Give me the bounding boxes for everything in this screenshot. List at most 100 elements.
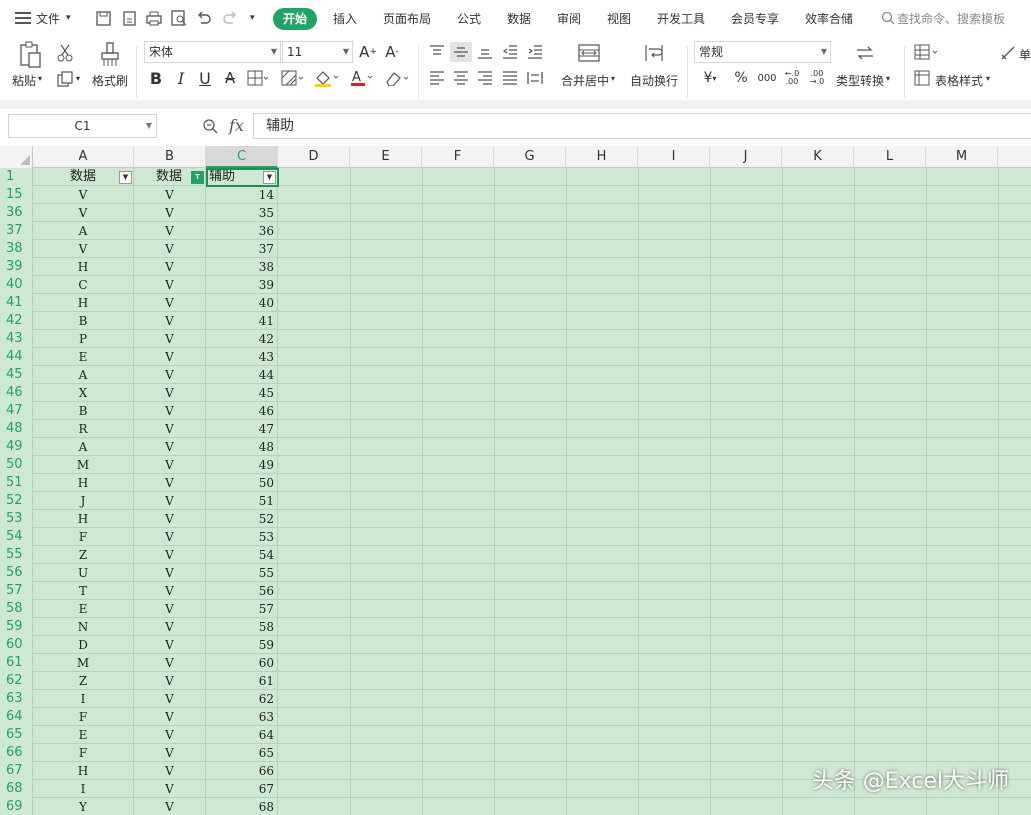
cell-c[interactable]: 65 [206,744,278,762]
cell-c[interactable]: 38 [206,258,278,276]
cell-b[interactable]: V [134,204,206,222]
cell-a[interactable]: N [33,618,134,636]
cell-a[interactable]: Y [33,798,134,815]
cell-a[interactable]: V [33,240,134,258]
cell-b[interactable]: V [134,744,206,762]
cell-c[interactable]: 41 [206,312,278,330]
cell-c[interactable]: 60 [206,654,278,672]
zoom-icon[interactable] [201,117,219,135]
row-number[interactable]: 39 [0,258,33,276]
cell-a[interactable]: T [33,582,134,600]
cell-b[interactable]: V [134,600,206,618]
number-format-select[interactable]: 常规 ▼ [694,41,831,63]
hamburger-icon[interactable] [14,9,32,27]
row-number[interactable]: 64 [0,708,33,726]
distributed-align-icon[interactable] [524,68,546,88]
column-header-c[interactable]: C [206,146,278,168]
cell-b[interactable]: V [134,438,206,456]
cell-b[interactable]: V [134,456,206,474]
cell-c[interactable]: 63 [206,708,278,726]
align-left-icon[interactable] [426,68,448,88]
row-number[interactable]: 46 [0,384,33,402]
cell-a[interactable]: H [33,258,134,276]
align-middle-icon[interactable] [450,42,472,62]
align-right-icon[interactable] [474,68,496,88]
table-style-button[interactable]: 表格样式 [935,72,983,89]
percent-icon[interactable]: % [731,68,751,88]
cell-c[interactable]: 61 [206,672,278,690]
cell-c[interactable]: 43 [206,348,278,366]
tab-insert[interactable]: 插入 [333,10,357,27]
row-number[interactable]: 62 [0,672,33,690]
align-top-icon[interactable] [426,42,448,62]
cell-b[interactable]: V [134,546,206,564]
row-number[interactable]: 40 [0,276,33,294]
row-number[interactable]: 58 [0,600,33,618]
tab-page-layout[interactable]: 页面布局 [383,10,431,27]
cell-c[interactable]: 59 [206,636,278,654]
cell-b[interactable]: V [134,798,206,815]
row-number[interactable]: 44 [0,348,33,366]
save-icon[interactable] [94,9,112,27]
cell-a[interactable]: H [33,474,134,492]
row-number[interactable]: 59 [0,618,33,636]
currency-icon[interactable]: ¥ ▾ [697,68,723,88]
cell-a[interactable]: A [33,366,134,384]
underline-icon[interactable]: U [195,68,215,88]
cell-b[interactable]: V [134,384,206,402]
cell-a[interactable]: H [33,510,134,528]
column-header-k[interactable]: K [782,146,854,168]
cell-b[interactable]: V [134,402,206,420]
border-icon[interactable] [246,68,270,88]
row-number[interactable]: 49 [0,438,33,456]
filter-dropdown-icon[interactable]: ▼ [119,171,132,184]
cell-a[interactable]: E [33,726,134,744]
cell-b[interactable]: V [134,420,206,438]
cell-c[interactable]: 68 [206,798,278,815]
row-number[interactable]: 60 [0,636,33,654]
font-color-icon[interactable]: A [349,68,375,88]
cell-a[interactable]: I [33,690,134,708]
row-number[interactable]: 56 [0,564,33,582]
fx-icon[interactable]: fx [229,116,244,135]
tab-member[interactable]: 会员专享 [731,10,779,27]
formula-input[interactable]: 辅助 [253,113,1031,139]
fill-color-icon[interactable] [313,68,341,88]
column-header-f[interactable]: F [422,146,494,168]
command-search-input[interactable]: 查找命令、搜索模板 [897,10,1005,27]
cell-c[interactable]: 55 [206,564,278,582]
cell-b[interactable]: V [134,222,206,240]
row-number[interactable]: 54 [0,528,33,546]
cell-b[interactable]: V [134,672,206,690]
cell-b[interactable]: V [134,186,206,204]
wrap-text-button[interactable]: 自动换行 [630,72,678,89]
table-style-icon[interactable] [913,68,931,88]
copy-dropdown-icon[interactable]: ▾ [76,74,80,83]
column-header-i[interactable]: I [638,146,710,168]
tab-data[interactable]: 数据 [507,10,531,27]
wrap-text-icon[interactable] [641,42,667,64]
font-name-select[interactable]: 宋体 ▼ [144,41,281,63]
column-header-l[interactable]: L [854,146,926,168]
cell-a[interactable]: D [33,636,134,654]
format-painter-icon[interactable] [97,40,123,70]
paste-button[interactable]: 粘贴 [12,72,36,89]
cell-a[interactable]: Z [33,672,134,690]
increase-decimal-icon[interactable]: ←.0.00 [781,68,803,88]
cell-b[interactable]: V [134,276,206,294]
column-header-j[interactable]: J [710,146,782,168]
type-convert-button[interactable]: 类型转换 [836,72,884,89]
row-number[interactable]: 51 [0,474,33,492]
column-header-a[interactable]: A [33,146,134,168]
cell-c[interactable]: 48 [206,438,278,456]
row-number[interactable]: 57 [0,582,33,600]
row-number[interactable]: 53 [0,510,33,528]
cell-c[interactable]: 58 [206,618,278,636]
cell-a[interactable]: E [33,600,134,618]
name-box[interactable]: C1 ▼ [8,114,157,138]
cell-a[interactable]: J [33,492,134,510]
row-number[interactable]: 66 [0,744,33,762]
row-number[interactable]: 15 [0,186,33,204]
file-menu[interactable]: 文件 [36,10,60,27]
cell-b[interactable]: V [134,294,206,312]
